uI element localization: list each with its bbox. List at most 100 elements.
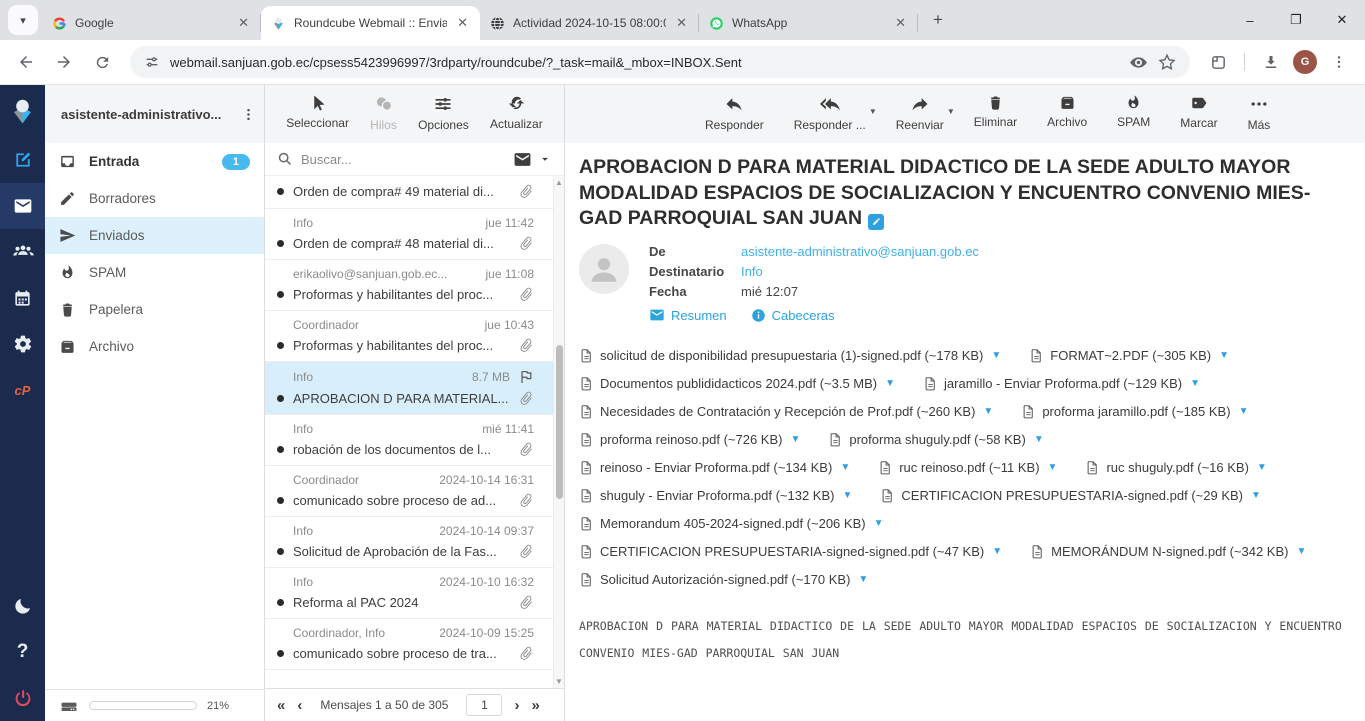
downloads-button[interactable] [1255,46,1287,78]
last-page-button[interactable]: » [531,698,539,713]
mail-toolbar-reenviar[interactable]: Reenviar▼ [896,94,944,143]
attachment-item[interactable]: jaramillo - Enviar Proforma.pdf (~129 KB… [923,376,1200,391]
tab-close-icon[interactable]: ✕ [674,15,689,31]
mail-toolbar-responder[interactable]: Responder ...▼ [794,94,866,143]
mail-toolbar-eliminar[interactable]: Eliminar [974,94,1017,143]
attachment-item[interactable]: proforma jaramillo.pdf (~185 KB) ▼ [1021,404,1248,419]
rail-cpanel[interactable]: cP [0,367,45,413]
attachment-name[interactable]: Memorandum 405-2024-signed.pdf (~206 KB) [600,516,866,531]
back-button[interactable] [10,46,42,78]
browser-menu-button[interactable] [1323,46,1355,78]
edit-subject-icon[interactable] [868,214,884,230]
to-address-link[interactable]: Info [741,264,763,279]
prev-page-button[interactable]: ‹ [297,698,302,713]
message-row[interactable]: Coordinador2024-10-14 16:31comunicado so… [265,466,564,517]
message-row[interactable]: Coordinador, Info2024-10-09 15:25comunic… [265,619,564,670]
tab-close-icon[interactable]: ✕ [455,15,470,31]
browser-tab[interactable]: Actividad 2024-10-15 08:00:00✕ [480,6,699,40]
attachment-menu-caret-icon[interactable]: ▼ [885,378,895,389]
attachment-name[interactable]: proforma jaramillo.pdf (~185 KB) [1042,404,1230,419]
attachment-menu-caret-icon[interactable]: ▼ [992,546,1002,557]
search-scope-mail-icon[interactable] [513,150,532,169]
list-toolbar-actualizar[interactable]: Actualizar [490,94,543,143]
close-window-button[interactable]: ✕ [1319,0,1365,40]
attachment-menu-caret-icon[interactable]: ▼ [1239,406,1249,417]
scrollbar-thumb[interactable] [556,345,563,499]
attachment-menu-caret-icon[interactable]: ▼ [840,462,850,473]
attachment-menu-caret-icon[interactable]: ▼ [1190,378,1200,389]
url-bar[interactable]: webmail.sanjuan.gob.ec/cpsess5423996997/… [130,46,1190,78]
rail-compose[interactable] [0,137,45,183]
rail-roundcube-logo[interactable] [0,85,45,137]
attachment-menu-caret-icon[interactable]: ▼ [1296,546,1306,557]
attachment-item[interactable]: FORMAT~2.PDF (~305 KB)▼ [1029,348,1229,363]
page-number-input[interactable]: 1 [466,694,502,716]
rail-darkmode[interactable] [0,583,45,629]
folder-item-papelera[interactable]: Papelera [45,291,264,328]
first-page-button[interactable]: « [277,698,285,713]
forward-button[interactable] [48,46,80,78]
dropdown-caret-icon[interactable]: ▼ [947,107,955,116]
attachment-item[interactable]: CERTIFICACION PRESUPUESTARIA-signed-sign… [579,544,1002,559]
folder-item-spam[interactable]: SPAM [45,254,264,291]
rail-power[interactable] [0,675,45,721]
message-row[interactable]: Infojue 11:42Orden de compra# 48 materia… [265,209,564,260]
attachment-item[interactable]: ruc reinoso.pdf (~11 KB)▼ [878,460,1057,475]
message-row[interactable]: Infomié 11:41robación de los documentos … [265,415,564,466]
mail-toolbar-marcar[interactable]: Marcar [1180,94,1217,143]
attachment-name[interactable]: reinoso - Enviar Proforma.pdf (~134 KB) [600,460,832,475]
attachment-name[interactable]: Necesidades de Contratación y Recepción … [600,404,975,419]
browser-tab[interactable]: WhatsApp✕ [699,6,918,40]
attachment-item[interactable]: CERTIFICACION PRESUPUESTARIA-signed.pdf … [880,488,1261,503]
maximize-button[interactable]: ❐ [1273,0,1319,40]
tab-close-icon[interactable]: ✕ [893,15,908,31]
rail-contacts[interactable] [0,229,45,275]
minimize-button[interactable]: – [1227,0,1273,40]
profile-avatar[interactable]: G [1293,50,1317,74]
reload-button[interactable] [86,46,118,78]
attachment-item[interactable]: Documentos publididacticos 2024.pdf (~3.… [579,376,895,391]
attachment-menu-caret-icon[interactable]: ▼ [790,434,800,445]
list-scrollbar[interactable]: ▲▼ [553,176,564,688]
mail-toolbar-archivo[interactable]: Archivo [1047,94,1087,143]
attachment-item[interactable]: proforma reinoso.pdf (~726 KB) ▼ [579,432,800,447]
dropdown-caret-icon[interactable]: ▼ [869,107,877,116]
browser-tab[interactable]: Google✕ [42,6,261,40]
attachment-item[interactable]: proforma shuguly.pdf (~58 KB)▼ [828,432,1043,447]
message-row[interactable]: Info2024-10-10 16:32Reforma al PAC 2024 [265,568,564,619]
attachment-menu-caret-icon[interactable]: ▼ [1048,462,1058,473]
attachment-item[interactable]: Solicitud Autorización-signed.pdf (~170 … [579,572,868,587]
attachment-name[interactable]: proforma reinoso.pdf (~726 KB) [600,432,782,447]
scroll-up-icon[interactable]: ▲ [554,178,564,187]
attachment-name[interactable]: FORMAT~2.PDF (~305 KB) [1050,348,1211,363]
attachment-item[interactable]: Memorandum 405-2024-signed.pdf (~206 KB)… [579,516,883,531]
search-input[interactable] [301,152,505,167]
rail-mail[interactable] [0,183,45,229]
message-row[interactable]: Coordinadorjue 10:43Proformas y habilita… [265,311,564,362]
scroll-down-icon[interactable]: ▼ [554,677,564,686]
attachment-name[interactable]: Documentos publididacticos 2024.pdf (~3.… [600,376,877,391]
message-row[interactable]: Info8.7 MBAPROBACION D PARA MATERIAL... [265,362,564,415]
attachment-name[interactable]: Solicitud Autorización-signed.pdf (~170 … [600,572,850,587]
rail-settings[interactable] [0,321,45,367]
attachment-name[interactable]: CERTIFICACION PRESUPUESTARIA-signed-sign… [600,544,984,559]
next-page-button[interactable]: › [514,698,519,713]
folder-item-archivo[interactable]: Archivo [45,328,264,365]
from-address-link[interactable]: asistente-administrativo@sanjuan.gob.ec [741,244,979,259]
attachment-item[interactable]: ruc shuguly.pdf (~16 KB)▼ [1085,460,1266,475]
mail-toolbar-responder[interactable]: Responder [705,94,764,143]
attachment-menu-caret-icon[interactable]: ▼ [842,490,852,501]
headers-action[interactable]: Cabeceras [751,308,835,323]
attachment-menu-caret-icon[interactable]: ▼ [991,350,1001,361]
folder-item-borradores[interactable]: Borradores [45,180,264,217]
extensions-button[interactable] [1202,46,1234,78]
preview-eye-icon[interactable] [1129,53,1148,72]
attachment-item[interactable]: solicitud de disponibilidad presupuestar… [579,348,1001,363]
attachment-item[interactable]: MEMORÁNDUM N-signed.pdf (~342 KB)▼ [1030,544,1306,559]
message-row[interactable]: erikaolivo@sanjuan.gob.ec...jue 11:08Pro… [265,260,564,311]
list-toolbar-opciones[interactable]: Opciones [418,94,469,143]
attachment-name[interactable]: shuguly - Enviar Proforma.pdf (~132 KB) [600,488,834,503]
list-toolbar-hilos[interactable]: Hilos [370,94,397,143]
mail-toolbar-m-s[interactable]: Más [1248,94,1271,143]
search-options-chevron-icon[interactable] [538,152,552,166]
